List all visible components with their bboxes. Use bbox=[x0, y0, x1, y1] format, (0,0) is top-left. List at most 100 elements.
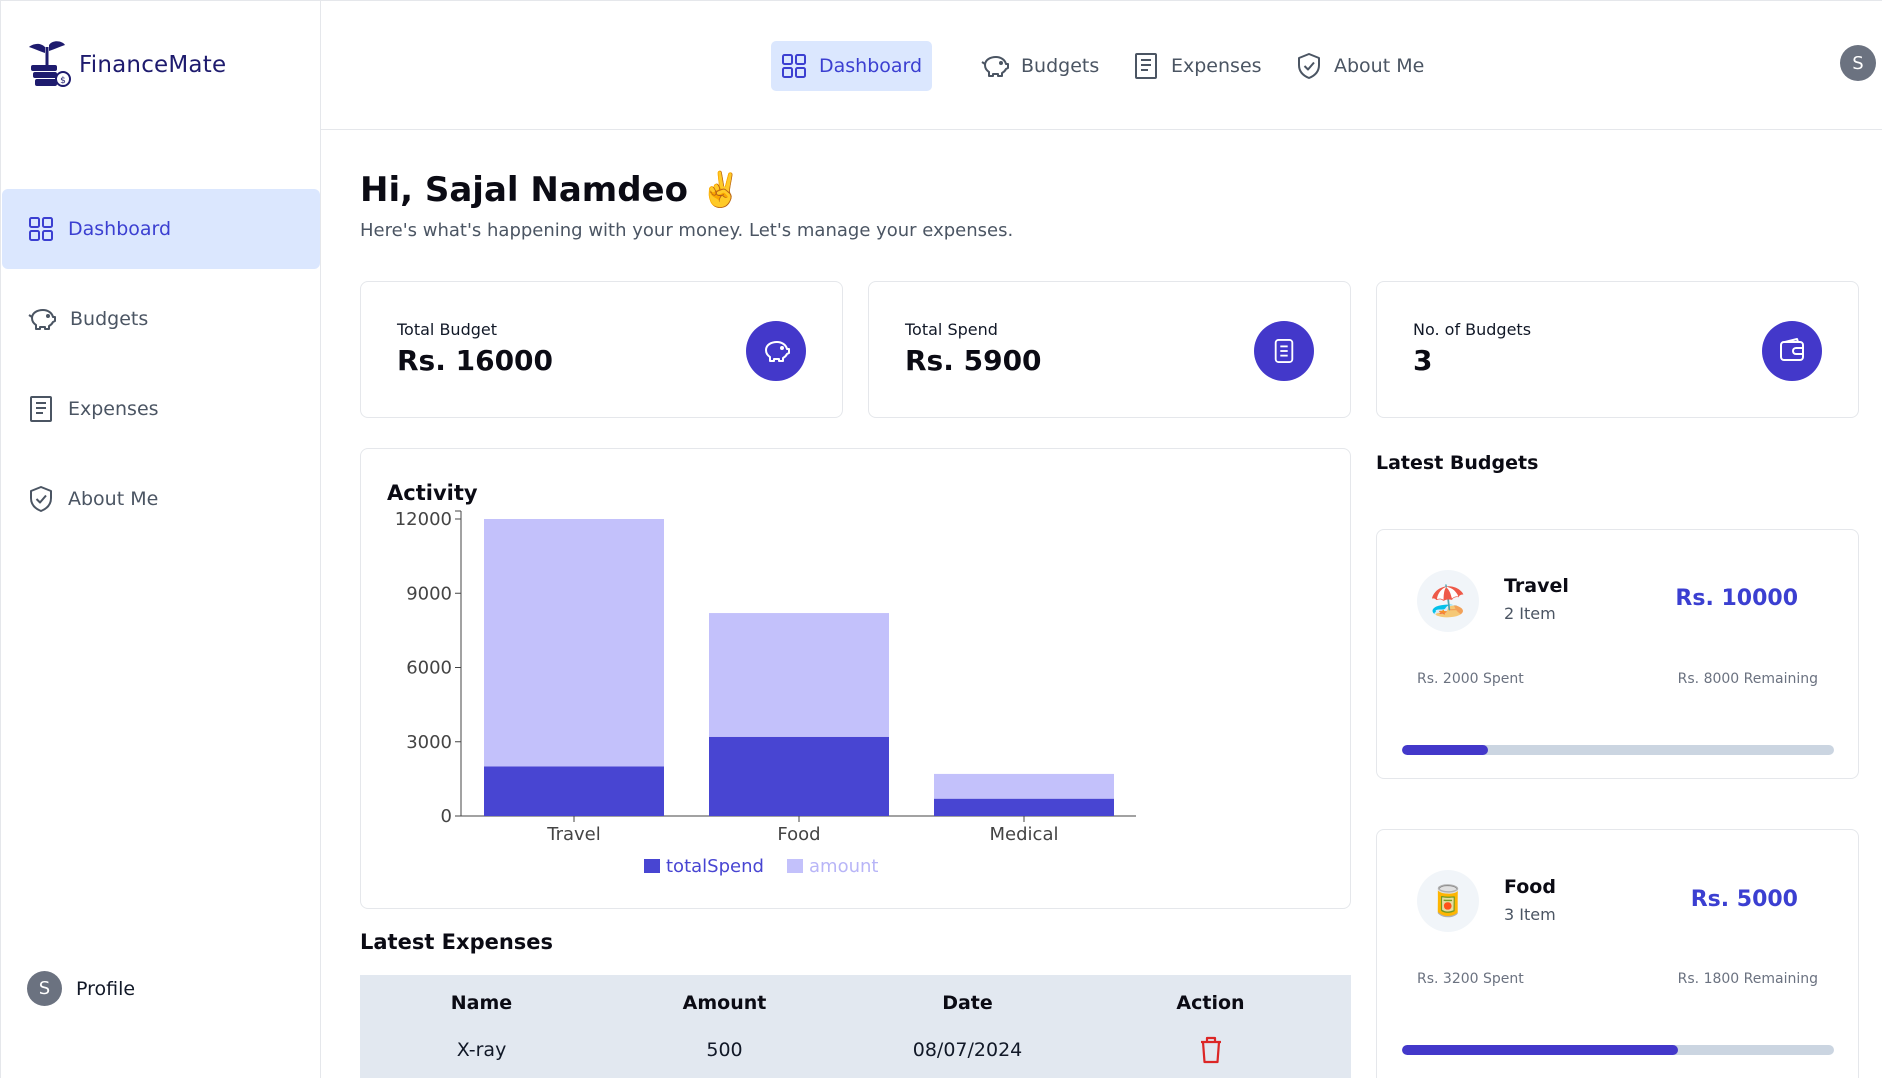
legend-label: totalSpend bbox=[666, 856, 764, 877]
budget-emoji: 🏖️ bbox=[1429, 583, 1467, 619]
bar-amount-travel bbox=[484, 519, 664, 767]
budget-remaining: Rs. 1800 Remaining bbox=[1677, 971, 1818, 987]
expenses-table: Name Amount Date Action X-ray 500 08/07/… bbox=[360, 975, 1351, 1078]
y-tick-label: 12000 bbox=[395, 509, 452, 530]
sidebar-item-label: Dashboard bbox=[68, 218, 172, 240]
shield-check-icon bbox=[1298, 53, 1320, 79]
app-logo[interactable]: $ FinanceMate bbox=[25, 41, 226, 89]
expense-name: X-ray bbox=[456, 1039, 507, 1061]
user-avatar[interactable]: S bbox=[1840, 45, 1876, 81]
stat-label: Total Budget bbox=[397, 320, 497, 339]
legend-swatch bbox=[787, 859, 803, 873]
shield-check-icon bbox=[30, 486, 52, 512]
stat-icon-badge bbox=[1254, 321, 1314, 381]
canned-food-icon: 🥫 bbox=[1417, 870, 1479, 932]
beach-umbrella-icon: 🏖️ bbox=[1417, 570, 1479, 632]
receipt-icon bbox=[1274, 339, 1294, 363]
expense-amount: 500 bbox=[706, 1039, 743, 1061]
dashboard-grid-icon bbox=[782, 54, 806, 78]
stat-card-total-spend: Total Spend Rs. 5900 bbox=[868, 281, 1351, 418]
y-tick-label: 3000 bbox=[406, 732, 452, 753]
dashboard-grid-icon bbox=[29, 217, 53, 241]
column-header: Amount bbox=[682, 992, 767, 1014]
bar-amount-medical bbox=[934, 773, 1114, 799]
sidebar-item-about-me[interactable]: About Me bbox=[2, 459, 320, 539]
activity-chart: 0 3000 6000 9000 12000 Travel Food Medical total… bbox=[395, 509, 1136, 877]
page-subtitle: Here's what's happening with your money.… bbox=[360, 220, 1014, 241]
avatar: S bbox=[27, 971, 62, 1006]
budget-spent: Rs. 2000 Spent bbox=[1417, 671, 1524, 687]
budget-progress-fill bbox=[1402, 1045, 1679, 1055]
legend-label: amount bbox=[809, 856, 878, 877]
stat-card-budget-count: No. of Budgets 3 bbox=[1376, 281, 1859, 418]
tab-label: Expenses bbox=[1171, 55, 1262, 77]
column-header: Name bbox=[450, 992, 513, 1014]
tab-expenses[interactable]: Expenses bbox=[1123, 41, 1272, 91]
stat-icon-badge bbox=[746, 321, 806, 381]
trash-icon bbox=[1200, 1036, 1221, 1064]
budget-item-count: 3 Item bbox=[1504, 905, 1556, 924]
tab-label: Budgets bbox=[1021, 55, 1100, 77]
tab-dashboard[interactable]: Dashboard bbox=[771, 41, 933, 91]
stat-value: Rs. 16000 bbox=[397, 344, 554, 377]
stat-value: Rs. 5900 bbox=[905, 344, 1042, 377]
column-header: Action bbox=[1176, 992, 1245, 1014]
sidebar-item-budgets[interactable]: Budgets bbox=[2, 279, 320, 359]
sidebar-profile-link[interactable]: S Profile bbox=[27, 971, 135, 1006]
stat-icon-badge bbox=[1762, 321, 1822, 381]
budget-amount: Rs. 10000 bbox=[1675, 586, 1798, 611]
x-tick-label: Medical bbox=[990, 824, 1059, 845]
activity-card: Activity 0 3000 6000 9000 12000 Travel Food Med… bbox=[360, 448, 1351, 909]
y-tick-label: 0 bbox=[441, 806, 452, 827]
bar-totalSpend-travel bbox=[484, 766, 664, 816]
legend-swatch bbox=[644, 859, 660, 873]
sidebar-item-dashboard[interactable]: Dashboard bbox=[2, 189, 320, 269]
bar-totalSpend-medical bbox=[934, 798, 1114, 816]
delete-button[interactable] bbox=[1089, 1035, 1332, 1065]
piggy-bank-icon bbox=[981, 56, 1009, 77]
stat-label: Total Spend bbox=[905, 320, 998, 339]
stat-value: 3 bbox=[1413, 344, 1433, 377]
sidebar: $ FinanceMate Dashboard Budgets Expenses… bbox=[0, 0, 321, 1078]
tab-label: About Me bbox=[1334, 55, 1425, 77]
bar-totalSpend-food bbox=[709, 736, 889, 816]
svg-text:$: $ bbox=[60, 76, 66, 86]
budget-remaining: Rs. 8000 Remaining bbox=[1677, 671, 1818, 687]
sidebar-item-expenses[interactable]: Expenses bbox=[2, 369, 320, 449]
receipt-icon bbox=[1135, 53, 1157, 79]
budget-progress-bar bbox=[1402, 1045, 1834, 1055]
budget-amount: Rs. 5000 bbox=[1690, 887, 1798, 912]
budget-name: Travel bbox=[1504, 575, 1569, 597]
expense-date: 08/07/2024 bbox=[912, 1039, 1023, 1061]
page-title: Hi, Sajal Namdeo ✌️ bbox=[360, 170, 743, 210]
budget-emoji: 🥫 bbox=[1429, 883, 1467, 919]
table-header: Name Amount Date Action bbox=[360, 975, 1351, 1025]
money-plant-icon: $ bbox=[29, 41, 71, 87]
budget-card-food[interactable]: 🥫 Food 3 Item Rs. 5000 Rs. 3200 Spent Rs… bbox=[1376, 829, 1859, 1078]
budget-progress-fill bbox=[1402, 745, 1489, 755]
profile-label: Profile bbox=[76, 977, 136, 1000]
latest-budgets-title: Latest Budgets bbox=[1376, 452, 1539, 474]
app-name: FinanceMate bbox=[79, 52, 227, 78]
table-row: X-ray 500 08/07/2024 bbox=[360, 1025, 1351, 1075]
top-navbar: Dashboard Budgets Expenses About Me S bbox=[321, 0, 1882, 130]
column-header: Date bbox=[942, 992, 993, 1014]
wallet-icon bbox=[1780, 338, 1804, 361]
stat-label: No. of Budgets bbox=[1413, 320, 1532, 339]
budget-card-travel[interactable]: 🏖️ Travel 2 Item Rs. 10000 Rs. 2000 Spen… bbox=[1376, 529, 1859, 779]
y-tick-label: 9000 bbox=[406, 583, 452, 604]
piggy-bank-icon bbox=[28, 309, 56, 330]
y-tick-label: 6000 bbox=[406, 658, 452, 679]
budget-name: Food bbox=[1504, 876, 1556, 898]
budget-item-count: 2 Item bbox=[1504, 604, 1556, 623]
sidebar-item-label: Expenses bbox=[68, 398, 159, 420]
x-tick-label: Travel bbox=[546, 824, 601, 845]
sidebar-item-label: Budgets bbox=[70, 308, 149, 330]
receipt-icon bbox=[30, 396, 52, 422]
tab-budgets[interactable]: Budgets bbox=[971, 41, 1109, 91]
budget-spent: Rs. 3200 Spent bbox=[1417, 971, 1524, 987]
budget-progress-bar bbox=[1402, 745, 1834, 755]
tab-about-me[interactable]: About Me bbox=[1286, 41, 1434, 91]
stat-card-total-budget: Total Budget Rs. 16000 bbox=[360, 281, 843, 418]
piggy-bank-icon bbox=[765, 341, 790, 362]
